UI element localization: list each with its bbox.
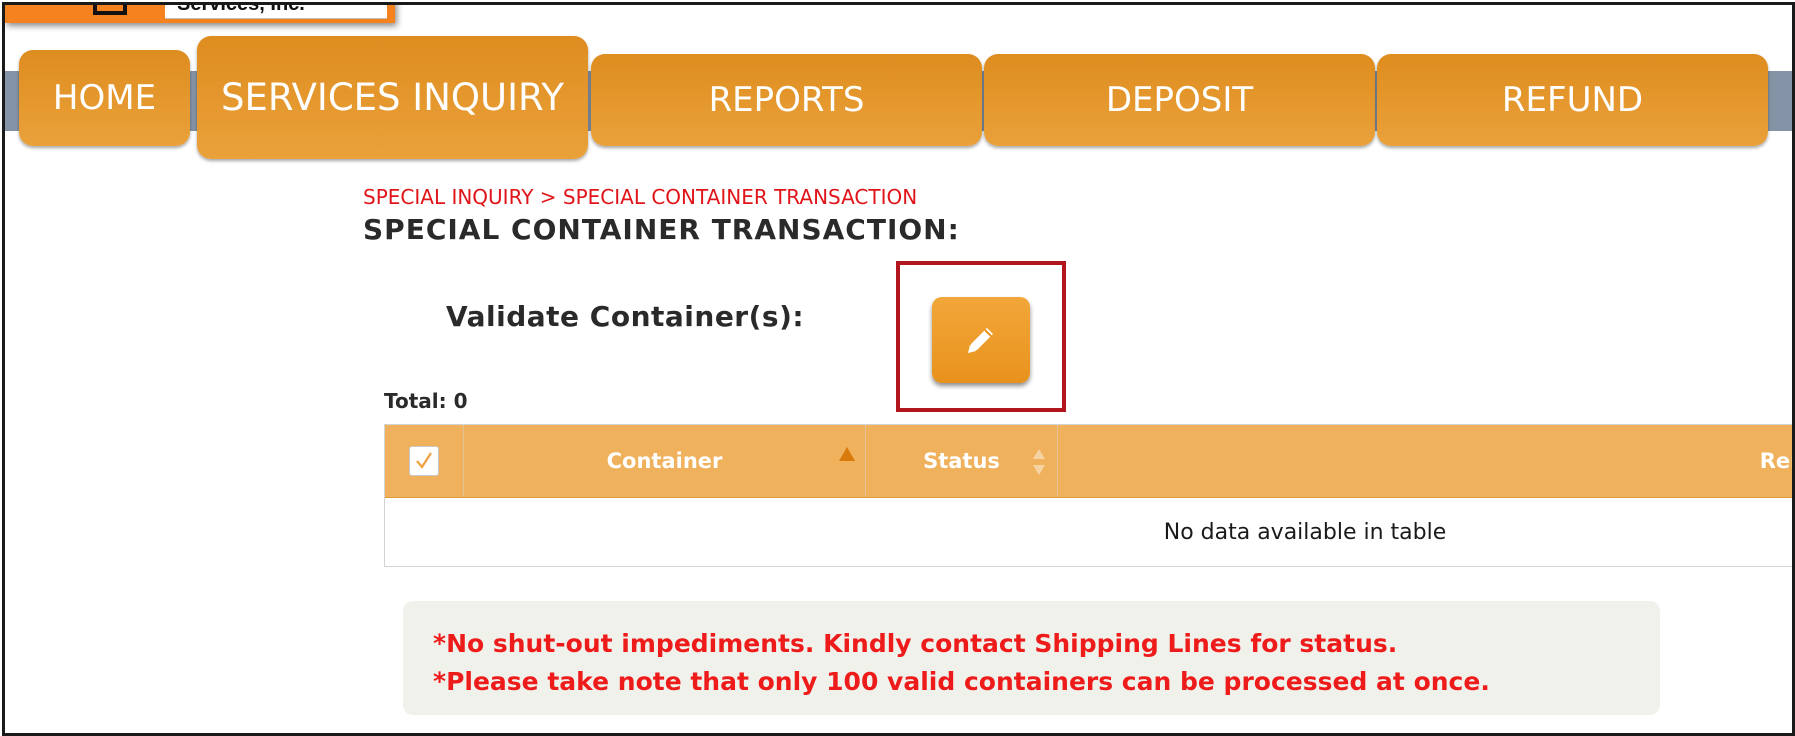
app-window: Services, Inc. HOME SERVICES INQUIRY REP… bbox=[2, 2, 1795, 736]
validate-containers-label: Validate Container(s): bbox=[446, 300, 805, 333]
column-header-container[interactable]: Container bbox=[464, 425, 866, 497]
pencil-icon bbox=[968, 328, 993, 353]
column-header-remarks[interactable]: Rem bbox=[1058, 425, 1792, 497]
logo-text: Services, Inc. bbox=[177, 2, 305, 15]
empty-table-message: No data available in table bbox=[1163, 520, 1447, 545]
note-shut-out: *No shut-out impediments. Kindly contact… bbox=[433, 629, 1398, 658]
nav-tab-services-inquiry[interactable]: SERVICES INQUIRY bbox=[197, 36, 588, 159]
column-header-status[interactable]: Status bbox=[866, 425, 1058, 497]
note-container-limit: *Please take note that only 100 valid co… bbox=[433, 667, 1490, 696]
logo-mark-icon bbox=[93, 5, 127, 15]
breadcrumb[interactable]: SPECIAL INQUIRY > SPECIAL CONTAINER TRAN… bbox=[363, 185, 917, 209]
nav-tab-deposit[interactable]: DEPOSIT bbox=[984, 54, 1375, 146]
select-all-checkbox[interactable] bbox=[409, 446, 439, 476]
total-label: Total: bbox=[384, 389, 447, 413]
column-header-remarks-label: Rem bbox=[1759, 449, 1792, 473]
total-count: Total: 0 bbox=[384, 389, 468, 413]
sort-ascending-icon bbox=[839, 447, 855, 461]
nav-tab-refund[interactable]: REFUND bbox=[1377, 54, 1768, 146]
total-value: 0 bbox=[453, 389, 468, 413]
validate-edit-button[interactable] bbox=[932, 297, 1030, 383]
column-header-status-label: Status bbox=[923, 449, 1000, 473]
company-logo[interactable]: Services, Inc. bbox=[5, 2, 395, 23]
sort-both-icon bbox=[1033, 449, 1045, 475]
containers-table: Container Status Rem No data available i… bbox=[384, 424, 1792, 567]
notes-panel: *No shut-out impediments. Kindly contact… bbox=[403, 601, 1660, 715]
nav-tab-reports[interactable]: REPORTS bbox=[591, 54, 982, 146]
column-header-container-label: Container bbox=[606, 449, 723, 473]
table-header: Container Status Rem bbox=[385, 425, 1792, 498]
checkmark-icon bbox=[416, 452, 432, 469]
nav-tab-home[interactable]: HOME bbox=[19, 50, 190, 146]
page-title: SPECIAL CONTAINER TRANSACTION: bbox=[363, 213, 960, 246]
select-all-header bbox=[385, 425, 464, 497]
table-body: No data available in table bbox=[385, 498, 1792, 566]
